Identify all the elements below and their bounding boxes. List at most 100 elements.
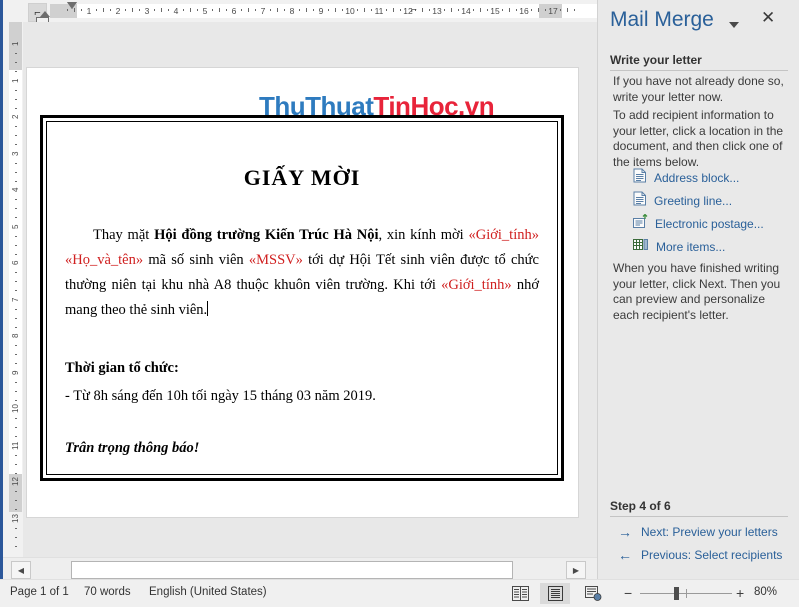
- merge-field-mssv[interactable]: «MSSV»: [249, 252, 303, 268]
- vertical-ruler-number: 2: [11, 114, 20, 120]
- pane-item-more-items[interactable]: More items...: [633, 237, 725, 257]
- ruler-number: 3: [144, 6, 150, 16]
- vertical-ruler-tick: [15, 281, 17, 282]
- vertical-ruler-number: 6: [11, 260, 20, 266]
- ruler-tick: [502, 9, 503, 11]
- horizontal-ruler-track[interactable]: 1 2 3 4 5 6 7 8 9 10 11 12 13 14 15 16 17 ⌐: [50, 0, 597, 22]
- mail-merge-pane: Mail Merge ✕ Write your letter If you ha…: [597, 0, 799, 579]
- vertical-ruler-tick: [15, 244, 17, 246]
- ruler-tick: [248, 8, 249, 12]
- vertical-ruler-tick: [15, 135, 17, 136]
- status-language[interactable]: English (United States): [149, 586, 267, 598]
- close-icon[interactable]: ✕: [761, 9, 775, 26]
- vertical-ruler-number: 10: [11, 404, 20, 414]
- ruler-tick: [132, 8, 133, 12]
- p1-text-4: mã số sinh viên: [143, 252, 249, 268]
- ruler-tick: [284, 9, 285, 11]
- document-closing[interactable]: Trân trọng thông báo!: [65, 436, 539, 461]
- pane-item-electronic-postage[interactable]: Electronic postage...: [633, 213, 764, 234]
- ruler-tick: [386, 9, 387, 11]
- vertical-ruler-tick: [15, 472, 17, 474]
- scroll-left-arrow-icon[interactable]: ◀: [11, 561, 31, 579]
- pane-item-greeting-line[interactable]: Greeting line...: [633, 191, 732, 211]
- ruler-number: 6: [231, 6, 237, 16]
- pane-item-address-block[interactable]: Address block...: [633, 168, 739, 188]
- previous-step-link[interactable]: ← Previous: Select recipients: [618, 546, 782, 564]
- ruler-tick: [313, 9, 314, 11]
- document-heading-time[interactable]: Thời gian tổ chức:: [65, 356, 539, 381]
- ruler-tick: [190, 8, 191, 12]
- document-border-frame: GIẤY MỜI Thay mặt Hội đồng trường Kiến T…: [40, 115, 564, 481]
- vertical-ruler-tick: [15, 427, 17, 428]
- status-page-count[interactable]: Page 1 of 1: [10, 586, 69, 598]
- pane-divider-bottom: [610, 516, 788, 517]
- next-step-link[interactable]: → Next: Preview your letters: [618, 523, 778, 541]
- ruler-tick: [480, 8, 481, 12]
- pane-paragraph-2: To add recipient information to your let…: [613, 108, 784, 169]
- vertical-ruler-tick: [15, 418, 17, 419]
- ruler-number: 10: [345, 6, 355, 16]
- vertical-ruler-tick: [15, 53, 17, 54]
- chevron-down-icon[interactable]: [729, 22, 739, 28]
- horizontal-scrollbar[interactable]: ◀ ▶: [3, 557, 597, 580]
- zoom-out-button[interactable]: −: [624, 586, 632, 600]
- p1-bold-org: Hội đồng trường Kiến Trúc Hà Nội: [154, 227, 379, 243]
- vertical-ruler-number: 13: [11, 514, 20, 523]
- vertical-ruler-number: 7: [11, 297, 20, 302]
- ruler-tick: [270, 9, 271, 11]
- ruler-number: 2: [115, 6, 121, 16]
- horizontal-ruler[interactable]: ⌐ 1 2 3 4 5 6 7 8 9 10 11 12 13 14 15 16 17 ⌐: [3, 0, 597, 27]
- p1-text-1: Thay mặt: [93, 227, 155, 243]
- ruler-tick: [241, 9, 242, 11]
- document-paragraph-invite[interactable]: Thay mặt Hội đồng trường Kiến Trúc Hà Nộ…: [65, 223, 539, 323]
- ruler-tick: [139, 9, 140, 11]
- pane-section-heading: Write your letter: [610, 53, 702, 67]
- ruler-tick: [161, 8, 162, 12]
- document-page[interactable]: ThuThuatTinHoc.vn GIẤY MỜI Thay mặt Hội …: [27, 68, 578, 517]
- merge-field-gioi-tinh-1[interactable]: «Giới_tính»: [468, 227, 539, 243]
- status-word-count[interactable]: 70 words: [84, 586, 131, 598]
- vertical-ruler-tick: [15, 381, 17, 383]
- vertical-ruler-tick: [15, 98, 17, 100]
- vertical-ruler-number: 5: [11, 224, 20, 229]
- vertical-ruler[interactable]: 1 1 2 3 4 5 6 7 8 9 10 11 12 13: [3, 22, 23, 557]
- document-title: GIẤY MỜI: [243, 165, 361, 190]
- ruler-tick: [538, 8, 539, 12]
- vertical-ruler-number: 4: [11, 187, 20, 193]
- vertical-ruler-tick: [15, 89, 17, 91]
- scroll-right-arrow-icon[interactable]: ▶: [566, 561, 586, 579]
- scrollbar-thumb[interactable]: [71, 561, 513, 579]
- print-layout-icon[interactable]: [540, 583, 570, 604]
- ruler-tick: [400, 9, 401, 11]
- merge-field-gioi-tinh-2[interactable]: «Giới_tính»: [441, 277, 512, 293]
- next-step-label: Next: Preview your letters: [641, 525, 778, 539]
- left-tab-marker-icon[interactable]: ⌐: [411, 6, 417, 16]
- ruler-number: 5: [202, 6, 208, 16]
- previous-step-label: Previous: Select recipients: [641, 548, 783, 562]
- pane-item-label: More items...: [656, 240, 726, 254]
- vertical-ruler-number: 8: [11, 333, 20, 339]
- vertical-ruler-tick: [15, 208, 17, 209]
- ruler-tick: [509, 8, 510, 12]
- merge-field-ho-va-ten[interactable]: «Họ_và_tên»: [65, 252, 143, 268]
- document-canvas[interactable]: ThuThuatTinHoc.vn GIẤY MỜI Thay mặt Hội …: [23, 22, 597, 557]
- ruler-tick: [335, 8, 336, 12]
- web-layout-icon[interactable]: [578, 583, 608, 604]
- ruler-tick: [473, 9, 474, 11]
- vertical-ruler-tick: [15, 171, 17, 173]
- ruler-tick: [226, 9, 227, 11]
- pane-item-label: Address block...: [654, 171, 740, 185]
- first-line-indent-marker[interactable]: [67, 2, 77, 9]
- ruler-tick: [371, 9, 372, 11]
- zoom-in-button[interactable]: +: [736, 586, 744, 600]
- zoom-slider-thumb[interactable]: [674, 587, 679, 600]
- ruler-tick: [299, 9, 300, 11]
- read-mode-icon[interactable]: [505, 583, 535, 604]
- zoom-level-label[interactable]: 80%: [754, 586, 777, 598]
- document-time-line[interactable]: - Từ 8h sáng đến 10h tối ngày 15 tháng 0…: [65, 384, 539, 409]
- ruler-number: 8: [289, 6, 295, 16]
- vertical-ruler-tick: [15, 354, 17, 355]
- ruler-tick: [429, 9, 430, 11]
- arrow-right-icon: →: [618, 524, 632, 540]
- vertical-ruler-tick: [15, 217, 17, 218]
